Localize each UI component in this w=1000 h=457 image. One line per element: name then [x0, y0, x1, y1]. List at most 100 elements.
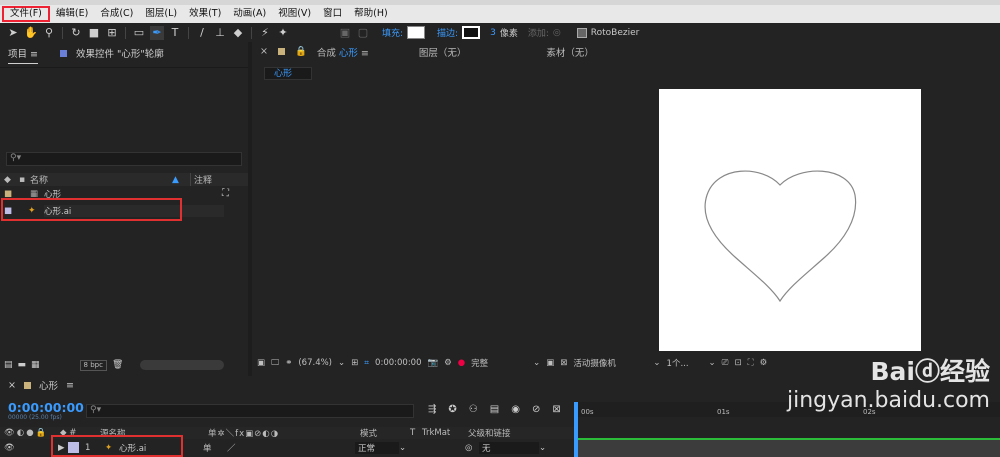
view-layout-dropdown[interactable]: 1个...: [667, 357, 703, 369]
timeline-timecode[interactable]: 0:00:00:00: [8, 400, 84, 415]
motion-blur-icon[interactable]: ◉: [511, 404, 520, 415]
pan-behind-tool-icon[interactable]: ⊞: [105, 26, 119, 40]
comp-breadcrumb-tab[interactable]: 心形: [264, 67, 312, 80]
fill-color-swatch[interactable]: [407, 26, 426, 39]
menu-composition[interactable]: 合成(C): [94, 6, 139, 22]
rectangle-tool-icon[interactable]: ▭: [132, 26, 146, 40]
puppet-tool-icon[interactable]: ✦: [276, 26, 290, 40]
mode-dropdown[interactable]: 正常: [355, 441, 399, 454]
render-icon[interactable]: ⊠: [552, 404, 560, 415]
color-channel-icon[interactable]: ●: [458, 358, 465, 368]
comp-mini-flowchart-icon[interactable]: ⇶: [428, 404, 436, 415]
comment-column-header[interactable]: 注释: [190, 173, 240, 186]
camera-view-dropdown[interactable]: 活动摄像机: [573, 357, 647, 369]
chevron-down-icon[interactable]: ⌄: [399, 443, 465, 453]
grid-icon[interactable]: ⊞: [351, 358, 358, 368]
menu-view[interactable]: 视图(V): [272, 6, 317, 22]
flowchart-icon[interactable]: ⛶: [222, 188, 229, 199]
pickwhip-icon[interactable]: ◎: [465, 443, 479, 453]
magnification-dropdown[interactable]: (67.4%): [298, 358, 332, 368]
chevron-down-icon[interactable]: ⌄: [653, 358, 660, 368]
eraser-tool-icon[interactable]: ◆: [231, 26, 245, 40]
fill-label[interactable]: 填充:: [382, 26, 403, 39]
brush-tool-icon[interactable]: /: [195, 26, 209, 40]
eye-icon[interactable]: 👁: [0, 443, 58, 453]
stroke-color-swatch[interactable]: [462, 26, 481, 39]
fast-preview-icon[interactable]: ⊠: [560, 358, 567, 368]
quality-switch-icon[interactable]: ／: [227, 442, 355, 454]
show-snapshot-icon[interactable]: ⚙: [444, 358, 452, 368]
parent-header[interactable]: 父级和链接: [468, 427, 511, 439]
pen-tool-icon[interactable]: ✒: [150, 25, 164, 40]
menu-animation[interactable]: 动画(A): [227, 6, 272, 22]
chevron-down-icon[interactable]: ⌄: [709, 358, 716, 368]
heart-shape[interactable]: [659, 89, 921, 351]
roto-brush-tool-icon[interactable]: ⚡: [258, 26, 272, 40]
highlight-box: [1, 198, 182, 221]
exposure-icon[interactable]: ⚙: [760, 358, 768, 368]
draft-3d-icon[interactable]: ✪: [448, 404, 456, 415]
stroke-width-value[interactable]: 3: [490, 28, 496, 38]
bpc-button[interactable]: 8 bpc: [79, 359, 107, 371]
text-tool-icon[interactable]: T: [168, 26, 182, 40]
menu-help[interactable]: 帮助(H): [348, 6, 394, 22]
resolution-dropdown[interactable]: 完整: [471, 357, 527, 369]
menu-window[interactable]: 窗口: [317, 6, 348, 22]
chevron-down-icon[interactable]: ⌄: [338, 358, 345, 368]
tab-composition[interactable]: 合成 心形 ≡: [317, 45, 369, 59]
menu-file[interactable]: 文件(F): [2, 6, 50, 22]
tab-footage[interactable]: 素材（无）: [546, 45, 594, 59]
transparency-grid-icon[interactable]: ▣: [546, 358, 554, 368]
hand-tool-icon[interactable]: ✋: [24, 26, 38, 40]
region-of-interest-icon[interactable]: ⌗: [364, 358, 369, 368]
camera-tool-icon[interactable]: ■: [87, 26, 101, 40]
timeline-search-input[interactable]: ⚲▾: [86, 404, 414, 418]
shy-icon[interactable]: ⚇: [469, 404, 478, 415]
interpret-footage-icon[interactable]: ▤: [4, 360, 13, 370]
parent-dropdown[interactable]: 无: [479, 441, 539, 454]
flowchart-icon[interactable]: ⛶: [748, 358, 754, 368]
menu-icon[interactable]: ≡: [66, 380, 74, 391]
mask-visibility-icon[interactable]: ⚭: [285, 358, 292, 368]
mode-header[interactable]: 模式: [360, 427, 410, 439]
horizontal-scrollbar[interactable]: [140, 360, 225, 370]
new-composition-icon[interactable]: ▦: [31, 360, 40, 370]
tab-layer[interactable]: 图层（无）: [419, 45, 467, 59]
tab-project[interactable]: 项目 ≡: [8, 46, 38, 64]
timeline-comp-name[interactable]: 心形: [39, 378, 58, 392]
chevron-down-icon[interactable]: ⌄: [533, 358, 540, 368]
layer-duration-bar[interactable]: [575, 438, 1000, 457]
menu-edit[interactable]: 编辑(E): [50, 6, 94, 22]
toggle-pixel-icon[interactable]: ⎚: [722, 358, 729, 368]
clone-stamp-tool-icon[interactable]: ⊥: [213, 26, 227, 40]
tab-effect-controls[interactable]: 效果控件 "心形"轮廓: [60, 46, 164, 63]
new-folder-icon[interactable]: ▬: [18, 360, 27, 370]
monitor-icon[interactable]: 🖵: [271, 358, 279, 368]
zoom-tool-icon[interactable]: ⚲: [42, 26, 56, 40]
chevron-down-icon[interactable]: ⌄: [539, 443, 546, 453]
menu-layer[interactable]: 图层(L): [139, 6, 183, 22]
name-column-header[interactable]: 名称: [30, 173, 172, 186]
menu-effect[interactable]: 效果(T): [183, 6, 227, 22]
close-icon[interactable]: ×: [260, 46, 268, 57]
project-search-input[interactable]: ⚲▾: [6, 152, 242, 166]
lock-icon[interactable]: 🔒: [295, 46, 307, 57]
rotate-tool-icon[interactable]: ↻: [69, 26, 83, 40]
reset-exposure-icon[interactable]: ⊡: [734, 358, 741, 368]
graph-editor-icon[interactable]: ⊘: [532, 404, 540, 415]
collapse-switch-icon[interactable]: 单: [203, 442, 227, 454]
current-time[interactable]: 0:00:00:00: [375, 358, 421, 368]
sort-ascending-icon[interactable]: ▲: [172, 175, 190, 185]
selection-tool-icon[interactable]: ➤: [6, 26, 20, 40]
current-time-indicator[interactable]: [574, 402, 578, 457]
delete-icon[interactable]: 🗑: [112, 360, 123, 370]
close-icon[interactable]: ×: [8, 380, 16, 391]
frame-blending-icon[interactable]: ▤: [490, 404, 499, 415]
rotobezier-checkbox[interactable]: [576, 27, 587, 38]
snapshot-icon[interactable]: 📷: [428, 358, 439, 368]
always-preview-icon[interactable]: ▣: [257, 358, 265, 368]
add-dropdown-icon[interactable]: ◎: [553, 28, 561, 38]
composition-canvas[interactable]: [659, 89, 921, 351]
trkmat-header[interactable]: TrkMat: [422, 428, 468, 438]
stroke-label[interactable]: 描边:: [437, 26, 458, 39]
